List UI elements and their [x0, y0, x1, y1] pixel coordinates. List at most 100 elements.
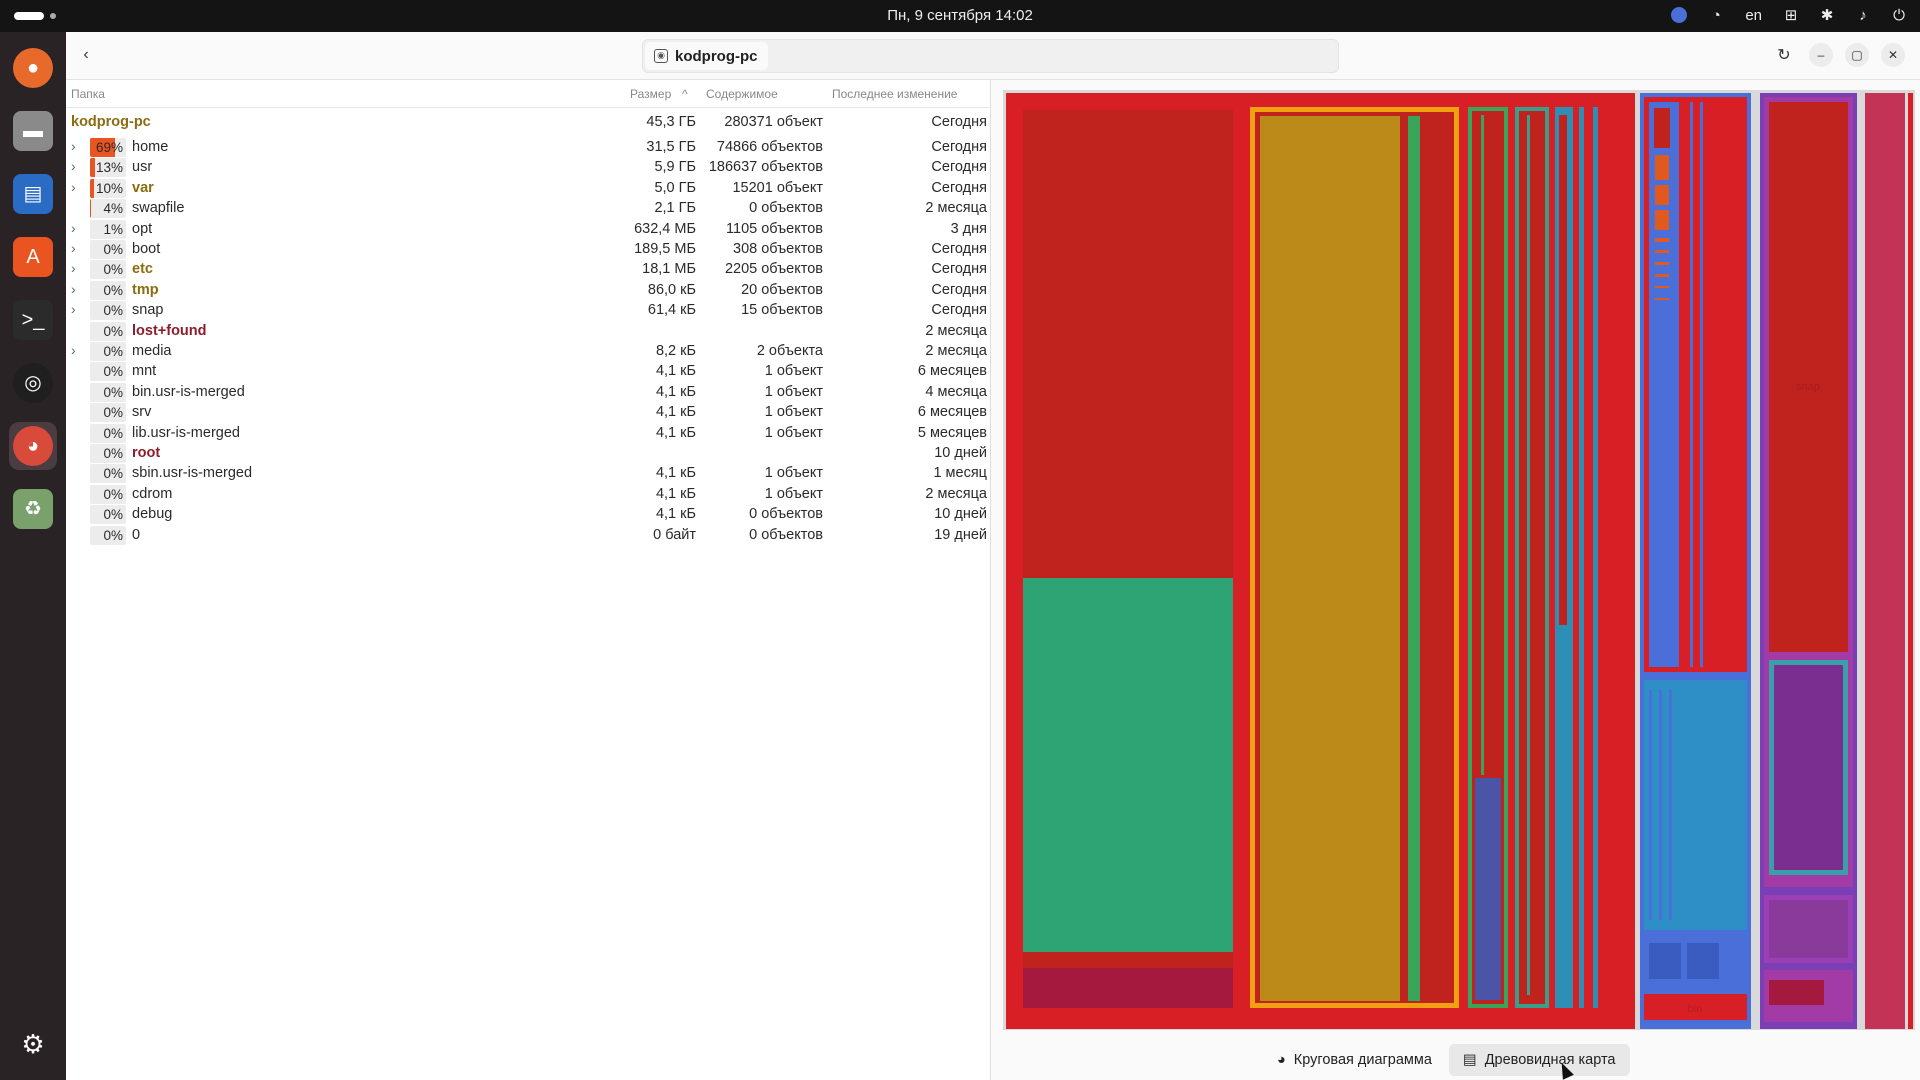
maximize-button[interactable]: ▢: [1845, 43, 1869, 67]
tile-home-green[interactable]: [1023, 578, 1233, 952]
column-folder[interactable]: Папка: [71, 87, 105, 101]
table-row[interactable]: 0% 0 0 байт 0 объектов 19 дней: [66, 523, 991, 548]
percent-bar: 0%: [90, 444, 126, 463]
expander-icon[interactable]: ›: [71, 240, 76, 256]
folder-modified: 10 дней: [934, 506, 987, 523]
show-apps-icon[interactable]: ⚙: [9, 1020, 57, 1068]
treemap-button[interactable]: ▤ Древовидная карта: [1449, 1044, 1630, 1076]
bluetooth-icon[interactable]: ✱: [1820, 6, 1834, 24]
tile-home-blue[interactable]: [1475, 778, 1501, 1000]
pie-chart-button[interactable]: ◕ Круговая диаграмма: [1263, 1044, 1446, 1076]
refresh-icon[interactable]: ↻: [1770, 41, 1798, 69]
percent-bar: 0%: [90, 280, 126, 300]
expander-icon[interactable]: ›: [71, 220, 76, 236]
tile-home-thin-green[interactable]: [1408, 116, 1420, 1001]
folder-name: usr: [132, 159, 153, 176]
trash-icon[interactable]: ♻: [9, 485, 57, 533]
folder-contents: 0 объектов: [749, 506, 823, 523]
percent-bar: 0%: [90, 321, 126, 341]
folder-modified: 10 дней: [934, 445, 987, 461]
close-button[interactable]: ✕: [1881, 43, 1905, 67]
folder-contents: 1 объект: [764, 363, 823, 380]
folder-size: 4,1 кБ: [655, 485, 696, 502]
column-size[interactable]: Размер: [630, 87, 671, 101]
minimize-button[interactable]: –: [1809, 43, 1833, 67]
percent-bar: 0%: [90, 301, 126, 321]
power-icon[interactable]: ⏻: [1892, 7, 1906, 24]
writer-icon[interactable]: ▤: [9, 170, 57, 218]
expander-icon[interactable]: ›: [71, 301, 76, 317]
treemap-icon: ▤: [1463, 1052, 1477, 1068]
folder-contents: 1 объект: [764, 424, 823, 441]
percent-bar: 0%: [90, 403, 126, 423]
tile-var-snap[interactable]: [1769, 102, 1848, 652]
folder-modified: 2 месяца: [925, 200, 987, 217]
folder-name: home: [132, 139, 169, 155]
folder-size: 4,1 кБ: [655, 383, 696, 400]
tile-swapfile[interactable]: [1865, 93, 1905, 1029]
tile-home-magenta[interactable]: [1023, 968, 1233, 1008]
folder-size: 632,4 МБ: [634, 220, 696, 237]
tile-home-gold[interactable]: [1260, 116, 1400, 1001]
back-button[interactable]: ‹: [72, 41, 100, 69]
folder-contents: 1 объект: [764, 465, 823, 482]
folder-modified: 2 месяца: [925, 322, 987, 339]
expander-icon[interactable]: ›: [71, 158, 76, 174]
root-row[interactable]: kodprog-pc 45,3 ГБ 280371 объект Сегодня: [66, 110, 991, 135]
folder-contents: 0 объектов: [749, 526, 823, 543]
folder-modified: 1 месяц: [933, 465, 987, 482]
percent-bar: 0%: [90, 484, 126, 504]
folder-size: 5,9 ГБ: [654, 159, 696, 176]
path-bar[interactable]: ◉ kodprog-pc: [642, 39, 1339, 73]
firefox-icon[interactable]: ●: [9, 44, 57, 92]
expander-icon[interactable]: ›: [71, 179, 76, 195]
tile-usr-line10: [1659, 690, 1662, 920]
folder-modified: Сегодня: [931, 302, 987, 319]
expander-icon[interactable]: ›: [71, 138, 76, 154]
sort-ascending-icon: ^: [682, 87, 688, 101]
treemap-chart[interactable]: bin snap: [1003, 90, 1915, 1030]
volume-icon[interactable]: ♪: [1856, 7, 1870, 24]
folder-name: snap: [132, 302, 164, 319]
folder-modified: 4 месяца: [925, 383, 987, 400]
expander-icon[interactable]: ›: [71, 260, 76, 276]
obs-icon[interactable]: ◎: [9, 359, 57, 407]
timeshift-icon[interactable]: ◔: [1709, 7, 1723, 24]
network-icon[interactable]: ⊞: [1784, 6, 1798, 24]
folder-name: lost+found: [132, 322, 207, 339]
folder-modified: 19 дней: [934, 526, 987, 543]
files-icon[interactable]: ▬: [9, 107, 57, 155]
app-center-icon[interactable]: A: [9, 233, 57, 281]
system-tray[interactable]: ◔ en ⊞ ✱ ♪ ⏻: [1671, 6, 1906, 24]
column-contents[interactable]: Содержимое: [706, 87, 778, 101]
folder-modified: 2 месяца: [925, 485, 987, 502]
percent-bar: 4%: [90, 199, 126, 219]
keyboard-layout[interactable]: en: [1745, 7, 1762, 24]
treemap-label-snap: snap: [1796, 381, 1820, 393]
folder-size: 0 байт: [653, 526, 696, 543]
clock[interactable]: Пн, 9 сентября 14:02: [0, 7, 1920, 24]
expander-icon[interactable]: ›: [71, 342, 76, 358]
column-modified[interactable]: Последнее изменение: [832, 87, 957, 101]
percent-bar: 0%: [90, 505, 126, 525]
path-crumb[interactable]: ◉ kodprog-pc: [645, 42, 768, 70]
tile-opt[interactable]: [1908, 93, 1913, 1029]
folder-name: debug: [132, 506, 173, 523]
folder-size: 86,0 кБ: [647, 281, 696, 298]
folder-name: opt: [132, 220, 153, 237]
folder-name: media: [132, 343, 172, 359]
tile-home-line1: [1481, 115, 1484, 775]
tile-usr-line9: [1649, 690, 1652, 920]
disk-usage-icon[interactable]: ◕: [9, 422, 57, 470]
expander-icon[interactable]: ›: [71, 281, 76, 297]
folder-modified: 3 дня: [950, 220, 987, 237]
folder-contents: 0 объектов: [749, 200, 823, 217]
folder-name: var: [132, 179, 154, 196]
terminal-icon[interactable]: >_: [9, 296, 57, 344]
notification-icon[interactable]: [1671, 7, 1688, 23]
tile-home-sub4[interactable]: [1519, 111, 1545, 1004]
folder-name: sbin.usr-is-merged: [132, 465, 253, 482]
folder-name: tmp: [132, 281, 159, 298]
folder-name: mnt: [132, 363, 157, 380]
folder-list: Папка Размер ^ Содержимое Последнее изме…: [66, 80, 991, 1080]
